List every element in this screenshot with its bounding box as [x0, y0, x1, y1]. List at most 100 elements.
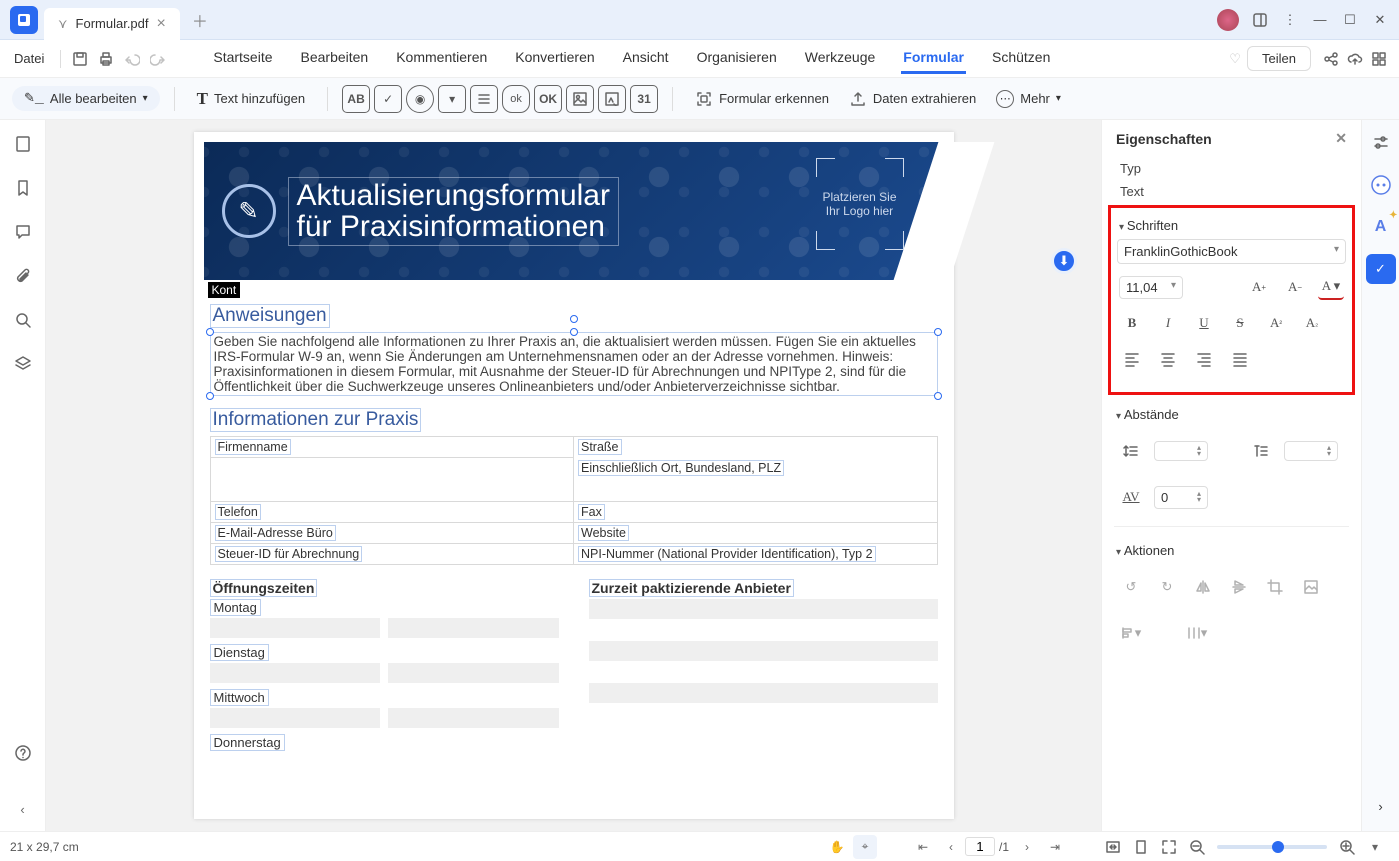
align-justify-icon[interactable] [1227, 346, 1253, 372]
zoom-slider[interactable] [1217, 845, 1327, 849]
decrease-font-icon[interactable]: A− [1282, 274, 1308, 300]
prev-page-icon[interactable]: ‹ [939, 835, 963, 859]
page-number-input[interactable] [965, 837, 995, 856]
flip-v-icon[interactable] [1226, 574, 1252, 600]
collapse-right-icon[interactable]: › [1366, 791, 1396, 821]
print-icon[interactable] [93, 46, 119, 72]
new-tab-button[interactable]: ＋ [192, 8, 208, 32]
comments-icon[interactable] [11, 220, 35, 244]
label-email[interactable]: E-Mail-Adresse Büro [215, 525, 336, 541]
edit-all-button[interactable]: ✎— Alle bearbeiten ▾ [12, 86, 160, 112]
paragraph-spacing-icon[interactable] [1248, 438, 1274, 464]
day-dienstag[interactable]: Dienstag [210, 644, 269, 661]
text-field-icon[interactable]: AB [342, 85, 370, 113]
day-mittwoch[interactable]: Mittwoch [210, 689, 269, 706]
selection-handle[interactable] [206, 392, 214, 400]
provider-input[interactable] [589, 599, 938, 619]
fonts-section-label[interactable]: Schriften [1117, 214, 1346, 239]
grid-icon[interactable] [1367, 47, 1391, 71]
italic-icon[interactable]: I [1155, 310, 1181, 336]
label-firmenname[interactable]: Firmenname [215, 439, 291, 455]
signature-field-icon[interactable] [598, 85, 626, 113]
document-tab[interactable]: ⋎ Formular.pdf × [44, 8, 180, 40]
export-badge-icon[interactable]: ⬇ [1051, 248, 1077, 274]
menu-konvertieren[interactable]: Konvertieren [513, 43, 596, 74]
actions-section-label[interactable]: Aktionen [1102, 533, 1361, 564]
label-telefon[interactable]: Telefon [215, 504, 261, 520]
user-avatar[interactable] [1217, 9, 1239, 31]
underline-icon[interactable]: U [1191, 310, 1217, 336]
app-logo[interactable] [10, 6, 38, 34]
paragraph-spacing-input[interactable]: ▴▾ [1284, 441, 1338, 461]
char-spacing-input[interactable]: 0▴▾ [1154, 486, 1208, 509]
align-right-icon[interactable] [1191, 346, 1217, 372]
document-canvas[interactable]: ⬇ ✎ Aktualisierungsformular für Praxisin… [46, 120, 1101, 831]
label-npi[interactable]: NPI-Nummer (National Provider Identifica… [578, 546, 876, 562]
strikethrough-icon[interactable]: S [1227, 310, 1253, 336]
zoom-in-icon[interactable] [1335, 835, 1359, 859]
list-field-icon[interactable] [470, 85, 498, 113]
spacing-section-label[interactable]: Abstände [1102, 397, 1361, 428]
selection-handle[interactable] [934, 392, 942, 400]
menu-schuetzen[interactable]: Schützen [990, 43, 1052, 74]
share-network-icon[interactable] [1319, 47, 1343, 71]
lightbulb-icon[interactable]: ♡ [1223, 47, 1247, 71]
first-page-icon[interactable]: ⇤ [911, 835, 935, 859]
window-maximize-icon[interactable]: ☐ [1335, 5, 1365, 35]
hours-input[interactable] [210, 708, 381, 728]
heading-anweisungen[interactable]: Anweisungen [210, 304, 330, 328]
rotate-ccw-icon[interactable]: ↺ [1118, 574, 1144, 600]
selection-handle[interactable] [570, 328, 578, 336]
kebab-menu-icon[interactable]: ⋮ [1275, 5, 1305, 35]
ok-box-icon[interactable]: OK [534, 85, 562, 113]
label-steuer[interactable]: Steuer-ID für Abrechnung [215, 546, 363, 562]
undo-icon[interactable] [119, 46, 145, 72]
replace-image-icon[interactable] [1298, 574, 1324, 600]
provider-input[interactable] [589, 641, 938, 661]
menu-kommentieren[interactable]: Kommentieren [394, 43, 489, 74]
menu-organisieren[interactable]: Organisieren [695, 43, 779, 74]
align-objects-icon[interactable]: ▾ [1118, 620, 1144, 646]
heading-info[interactable]: Informationen zur Praxis [210, 408, 422, 432]
window-minimize-icon[interactable]: — [1305, 5, 1335, 35]
fit-width-icon[interactable] [1101, 835, 1125, 859]
bookmarks-icon[interactable] [11, 176, 35, 200]
flip-h-icon[interactable] [1190, 574, 1216, 600]
save-icon[interactable] [67, 46, 93, 72]
hours-input[interactable] [210, 618, 381, 638]
attachments-icon[interactable] [11, 264, 35, 288]
hours-input[interactable] [388, 708, 559, 728]
font-size-select[interactable]: 11,04 ▾ [1119, 276, 1183, 299]
menu-werkzeuge[interactable]: Werkzeuge [803, 43, 878, 74]
tab-close-icon[interactable]: × [157, 15, 166, 33]
form-title[interactable]: Aktualisierungsformular für Praxisinform… [288, 177, 619, 246]
redo-icon[interactable] [145, 46, 171, 72]
selection-tag[interactable]: Kont [208, 282, 241, 298]
increase-font-icon[interactable]: A+ [1246, 274, 1272, 300]
font-family-select[interactable]: FranklinGothicBook ▾ [1117, 239, 1346, 264]
layers-icon[interactable] [11, 352, 35, 376]
label-fax[interactable]: Fax [578, 504, 605, 520]
search-icon[interactable] [11, 308, 35, 332]
select-tool-icon[interactable]: ⌖ [853, 835, 877, 859]
line-spacing-input[interactable]: ▴▾ [1154, 441, 1208, 461]
file-menu[interactable]: Datei [8, 47, 50, 70]
subscript-icon[interactable]: A₂ [1299, 310, 1325, 336]
selection-handle[interactable] [206, 328, 214, 336]
hours-input[interactable] [388, 618, 559, 638]
menu-startseite[interactable]: Startseite [211, 43, 274, 74]
label-strasse[interactable]: Straße [578, 439, 622, 455]
extract-data-button[interactable]: Daten extrahieren [841, 86, 984, 112]
recognize-form-button[interactable]: Formular erkennen [687, 86, 837, 112]
checkbox-icon[interactable]: ✓ [374, 85, 402, 113]
heading-hours[interactable]: Öffnungszeiten [210, 579, 318, 597]
menu-formular[interactable]: Formular [901, 43, 966, 74]
zoom-dropdown-icon[interactable]: ▾ [1363, 835, 1387, 859]
menu-bearbeiten[interactable]: Bearbeiten [299, 43, 371, 74]
menu-ansicht[interactable]: Ansicht [621, 43, 671, 74]
ai-text-icon[interactable]: A✦ [1366, 212, 1396, 242]
align-left-icon[interactable] [1119, 346, 1145, 372]
fit-page-icon[interactable] [1129, 835, 1153, 859]
settings-sliders-icon[interactable] [1366, 128, 1396, 158]
hours-input[interactable] [388, 663, 559, 683]
